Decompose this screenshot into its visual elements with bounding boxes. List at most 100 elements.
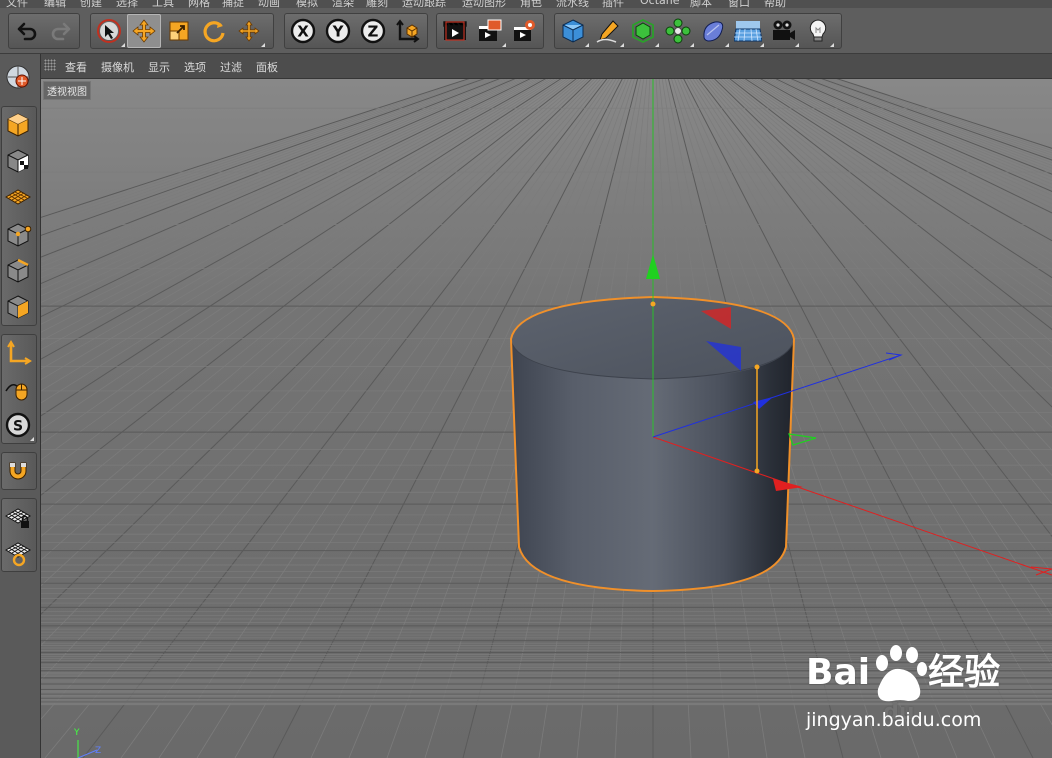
menubar-item[interactable]: 模拟 (296, 0, 318, 8)
viewport-menu-grip[interactable] (44, 59, 56, 71)
mode-toolbar: S (0, 54, 41, 758)
svg-text:Z: Z (368, 23, 379, 41)
subdivision-surface-button[interactable] (626, 14, 660, 48)
floor-icon (734, 21, 762, 42)
planar-workplane-button[interactable] (1, 536, 35, 570)
solo-icon: S (5, 412, 31, 438)
planar-workplane-icon (5, 542, 31, 567)
watermark-brand: Bai du 经验 (806, 652, 1001, 725)
subdivision-icon (632, 18, 654, 44)
menu-filter[interactable]: 过滤 (220, 59, 242, 75)
model-mode-button[interactable] (1, 108, 35, 142)
make-editable-button[interactable] (1, 60, 35, 94)
cloner-button[interactable] (661, 14, 695, 48)
menubar-item[interactable]: 雕刻 (366, 0, 388, 8)
edges-mode-button[interactable] (1, 254, 35, 288)
menubar-item[interactable]: 插件 (602, 0, 624, 8)
texture-mode-button[interactable] (1, 144, 35, 178)
pen-tool-button[interactable] (591, 14, 625, 48)
recent-tool-button[interactable] (232, 14, 266, 48)
render-settings-button[interactable] (508, 14, 542, 48)
menubar-item[interactable]: 帮助 (764, 0, 786, 8)
select-tool-button[interactable] (92, 14, 126, 48)
y-axis-lock-button[interactable]: Y (321, 14, 355, 48)
menubar-item[interactable]: 编辑 (44, 0, 66, 8)
light-icon (809, 19, 827, 42)
pen-icon (596, 20, 619, 43)
menubar-item[interactable]: 工具 (152, 0, 174, 8)
menubar-item[interactable]: 文件 (6, 0, 28, 8)
scale-icon (169, 21, 189, 41)
menu-options[interactable]: 选项 (184, 59, 206, 75)
coordinate-system-button[interactable] (391, 14, 425, 48)
y-axis-lock-icon: Y (325, 18, 351, 44)
scale-tool-button[interactable] (162, 14, 196, 48)
menubar-item[interactable]: 网格 (188, 0, 210, 8)
menubar-item[interactable]: 捕捉 (222, 0, 244, 8)
select-icon (97, 19, 121, 43)
rotate-icon (203, 21, 225, 43)
menubar-item[interactable]: 运动跟踪 (402, 0, 446, 8)
menu-display[interactable]: 显示 (148, 59, 170, 75)
locked-workplane-button[interactable] (1, 500, 35, 534)
svg-text:Y: Y (332, 23, 345, 41)
render-view-button[interactable] (438, 14, 472, 48)
menubar-item[interactable]: 渲染 (332, 0, 354, 8)
points-mode-button[interactable] (1, 218, 35, 252)
solo-button[interactable]: S (1, 408, 35, 442)
undo-button[interactable] (10, 14, 44, 48)
watermark-url: jingyan.baidu.com (806, 709, 982, 731)
snap-button[interactable] (1, 454, 35, 488)
redo-icon (52, 22, 71, 41)
menubar-item[interactable]: 选择 (116, 0, 138, 8)
menu-bar: 文件 编辑 创建 选择 工具 网格 捕捉 动画 模拟 渲染 雕刻 运动跟踪 运动图形 角色 流水线 插件 Oct… (0, 0, 1052, 8)
rotate-tool-button[interactable] (197, 14, 231, 48)
menubar-item[interactable]: 运动图形 (462, 0, 506, 8)
floor-object-button[interactable] (731, 14, 765, 48)
create-group (554, 13, 842, 49)
menubar-item[interactable]: 窗口 (728, 0, 750, 8)
x-axis-lock-button[interactable]: X (286, 14, 320, 48)
menubar-item[interactable]: 角色 (520, 0, 542, 8)
menu-view[interactable]: 查看 (65, 59, 87, 75)
polygons-mode-icon (7, 295, 29, 319)
z-axis-lock-button[interactable]: Z (356, 14, 390, 48)
cube-icon (562, 19, 584, 43)
deformer-icon (703, 21, 724, 42)
tools-group (90, 13, 274, 49)
camera-object-button[interactable] (766, 14, 800, 48)
render-to-picture-viewer-icon (479, 19, 502, 41)
baidu-watermark: Bai du 经验 jingyan.baidu.com (764, 643, 1004, 738)
deformer-button[interactable] (696, 14, 730, 48)
main-toolbar: X Y Z (0, 8, 1052, 54)
render-view-icon (443, 21, 467, 41)
svg-text:X: X (297, 23, 309, 41)
render-group (436, 13, 544, 49)
cloner-icon (665, 18, 691, 44)
menu-panel[interactable]: 面板 (256, 59, 278, 75)
menubar-item[interactable]: 创建 (80, 0, 102, 8)
coordinate-system-icon (396, 19, 420, 43)
model-mode-icon (7, 113, 29, 137)
polygons-mode-button[interactable] (1, 290, 35, 324)
menubar-item[interactable]: 脚本 (690, 0, 712, 8)
axis-mode-icon (7, 340, 32, 365)
menubar-item[interactable]: 动画 (258, 0, 280, 8)
workplane-icon (5, 189, 31, 205)
points-mode-icon (7, 223, 32, 247)
move-tool-button[interactable] (127, 14, 161, 48)
cube-object-button[interactable] (556, 14, 590, 48)
render-to-picture-viewer-button[interactable] (473, 14, 507, 48)
axis-mode-button[interactable] (1, 336, 35, 370)
menu-cameras[interactable]: 摄像机 (101, 59, 134, 75)
edges-mode-icon (7, 258, 29, 283)
axis-indicator-lines (77, 740, 98, 758)
menubar-item[interactable]: Octane (640, 0, 680, 7)
light-object-button[interactable] (801, 14, 835, 48)
recent-tool-icon (238, 20, 260, 42)
viewport-label: 透视视图 (43, 81, 91, 100)
redo-button[interactable] (45, 14, 79, 48)
workplane-mode-button[interactable] (1, 180, 35, 214)
tweak-mode-button[interactable] (1, 372, 35, 406)
menubar-item[interactable]: 流水线 (556, 0, 589, 8)
